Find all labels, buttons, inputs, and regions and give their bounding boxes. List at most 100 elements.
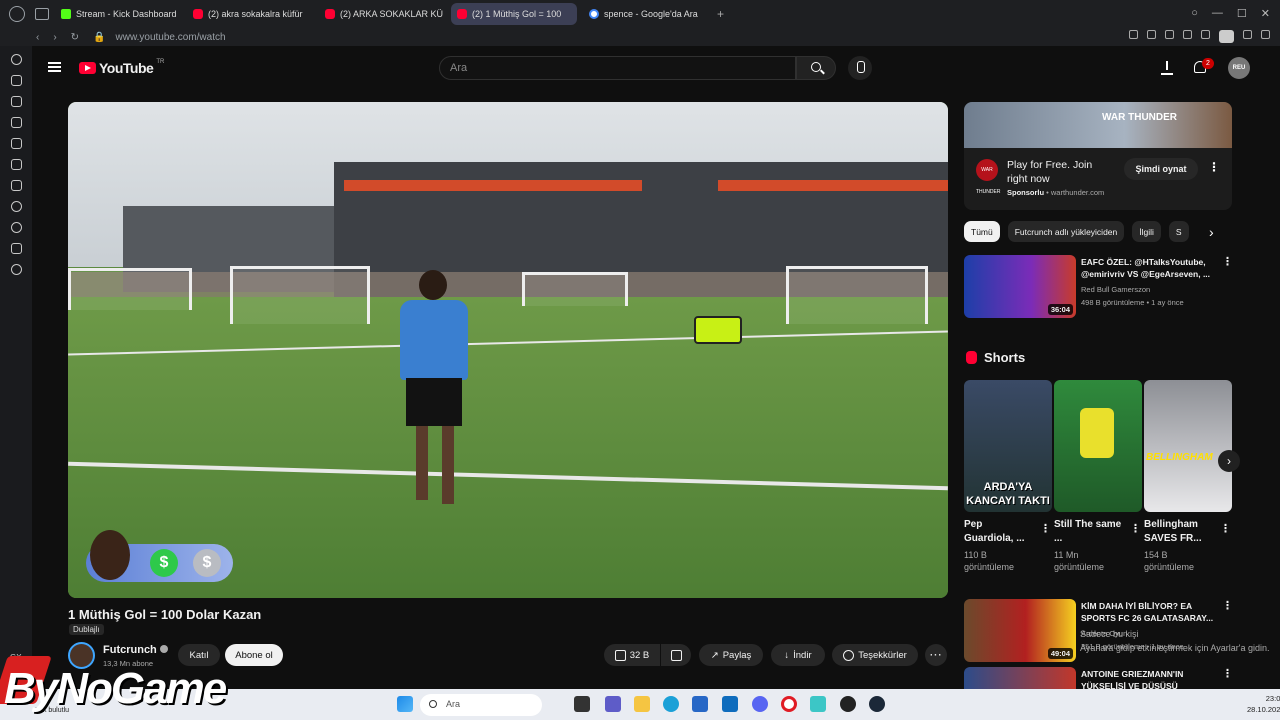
share-button[interactable]: ↗ Paylaş xyxy=(699,644,763,666)
short-thumbnail[interactable]: BELLINGHAM xyxy=(1144,380,1232,512)
voice-search-button[interactable] xyxy=(848,56,872,80)
chevron-right-icon[interactable]: › xyxy=(1209,224,1214,240)
windows-start-icon[interactable] xyxy=(397,696,413,712)
short-item[interactable]: ARDA'YA KANCAYI TAKTI Pep Guardiola, ...… xyxy=(964,380,1052,573)
pin-icon[interactable] xyxy=(1129,30,1138,39)
discord-icon[interactable] xyxy=(752,696,768,712)
shield-icon[interactable] xyxy=(1165,30,1174,39)
join-button[interactable]: Katıl xyxy=(178,644,220,666)
chip-more[interactable]: S xyxy=(1168,221,1189,242)
edge-icon[interactable] xyxy=(663,696,679,712)
profile-icon[interactable] xyxy=(1219,30,1234,43)
search-tabs-icon[interactable]: ○ xyxy=(1191,7,1198,20)
x-icon[interactable] xyxy=(10,180,22,191)
download-icon[interactable] xyxy=(1243,30,1252,39)
search-input[interactable]: Ara xyxy=(439,56,796,80)
menu-icon[interactable] xyxy=(1261,30,1270,39)
channel-name-text[interactable]: Futcrunch xyxy=(103,644,157,656)
spotify-icon[interactable] xyxy=(10,201,22,212)
thanks-button[interactable]: Teşekkürler xyxy=(832,644,918,666)
app-icon[interactable] xyxy=(810,696,826,712)
youtube-logo[interactable]: YouTube TR xyxy=(79,59,164,76)
store-icon[interactable] xyxy=(692,696,708,712)
task-view-icon[interactable] xyxy=(574,696,590,712)
short-thumbnail[interactable] xyxy=(1054,380,1142,512)
create-upload-icon[interactable] xyxy=(1161,61,1173,75)
snapshot-icon[interactable] xyxy=(1147,30,1156,39)
recommendation-title[interactable]: ANTOINE GRIEZMANN'IN YÜKSELİŞİ VE DÜŞÜŞÜ xyxy=(1081,668,1216,689)
outlook-icon[interactable] xyxy=(722,696,738,712)
opera-menu-icon[interactable] xyxy=(9,6,25,22)
dislike-button[interactable] xyxy=(661,644,691,666)
recommendation-item[interactable]: 36:04 EAFC ÖZEL: @HTalksYoutube, @emiriv… xyxy=(964,255,1233,319)
short-item[interactable]: BELLINGHAM Bellingham SAVES FR... 154 B … xyxy=(1144,380,1232,573)
channel-name[interactable]: Futcrunch xyxy=(103,644,168,656)
clock-icon[interactable] xyxy=(10,222,22,233)
workspaces-icon[interactable] xyxy=(35,8,49,20)
recommendation-more-icon[interactable]: ⋮ xyxy=(1222,255,1233,268)
download-button[interactable]: ↓ İndir xyxy=(771,644,825,666)
sponsored-ad[interactable]: WAR THUNDER WAR THUNDER Play for Free. J… xyxy=(964,102,1232,210)
heart-icon[interactable] xyxy=(1201,30,1210,39)
subscribe-button[interactable]: Abone ol xyxy=(225,644,283,666)
recommendation-more-icon[interactable]: ⋮ xyxy=(1222,599,1233,612)
short-more-icon[interactable]: ⋮ xyxy=(1130,522,1141,535)
chip-from-uploader[interactable]: Futcrunch adlı yükleyiciden xyxy=(1007,221,1125,242)
search-button[interactable] xyxy=(796,56,836,80)
taskbar-search[interactable]: Ara xyxy=(420,694,542,716)
short-thumbnail[interactable]: ARDA'YA KANCAYI TAKTI xyxy=(964,380,1052,512)
maximize-icon[interactable]: ☐ xyxy=(1237,7,1247,20)
close-icon[interactable]: ✕ xyxy=(1261,7,1270,20)
ad-play-now-button[interactable]: Şimdi oynat xyxy=(1124,158,1198,180)
steam-icon[interactable] xyxy=(869,696,885,712)
short-title[interactable]: Pep Guardiola, ... xyxy=(964,518,1034,546)
recommendation-title[interactable]: KİM DAHA İYİ BİLİYOR? EA SPORTS FC 26 GA… xyxy=(1081,600,1216,624)
opera-gx-icon[interactable] xyxy=(781,696,797,712)
m-icon[interactable] xyxy=(10,117,22,128)
minimize-icon[interactable]: — xyxy=(1212,7,1223,20)
video-player[interactable]: $ $ xyxy=(68,102,948,598)
file-explorer-icon[interactable] xyxy=(634,696,650,712)
twitch-icon[interactable] xyxy=(10,159,22,170)
chip-related[interactable]: İlgili xyxy=(1132,221,1161,242)
settings-icon[interactable] xyxy=(10,264,22,275)
wallet-icon[interactable] xyxy=(10,96,22,107)
recommendation-item[interactable]: ANTOINE GRIEZMANN'IN YÜKSELİŞİ VE DÜŞÜŞÜ… xyxy=(964,667,1232,689)
teams-icon[interactable] xyxy=(605,696,621,712)
short-more-icon[interactable]: ⋮ xyxy=(1220,522,1231,535)
system-clock[interactable]: 23:04 28.10.2025 xyxy=(1247,693,1280,715)
goal-left xyxy=(68,268,192,310)
obs-icon[interactable] xyxy=(840,696,856,712)
like-button[interactable]: 32 B xyxy=(604,644,660,666)
tab-youtube-2[interactable]: (2) ARKA SOKAKLAR KÜ xyxy=(319,3,445,25)
short-item[interactable]: Still The same ... 11 Mn görüntüleme ⋮ xyxy=(1054,380,1142,573)
aria-icon[interactable] xyxy=(10,138,22,149)
tab-kick[interactable]: Stream - Kick Dashboard xyxy=(55,3,181,25)
new-tab-plus-icon[interactable]: + xyxy=(717,7,724,21)
tab-youtube-1[interactable]: (2) akra sokakalra küfür xyxy=(187,3,313,25)
short-title[interactable]: Bellingham SAVES FR... xyxy=(1144,518,1214,546)
recommendation-thumbnail[interactable]: 49:04 xyxy=(964,599,1076,662)
recommendation-more-icon[interactable]: ⋮ xyxy=(1222,667,1232,680)
recommendation-thumbnail[interactable]: 36:04 xyxy=(964,255,1076,318)
short-more-icon[interactable]: ⋮ xyxy=(1040,522,1051,535)
nav-buttons[interactable]: ‹›↻ xyxy=(36,32,93,43)
tab-youtube-active[interactable]: (2) 1 Müthiş Gol = 100 xyxy=(451,3,577,25)
history-icon[interactable] xyxy=(10,54,22,65)
ad-title[interactable]: Play for Free. Join right now xyxy=(1007,158,1097,186)
recommendation-thumbnail[interactable] xyxy=(964,667,1076,689)
messenger-icon[interactable] xyxy=(10,75,22,86)
chip-all[interactable]: Tümü xyxy=(964,221,1000,242)
account-avatar[interactable]: REU xyxy=(1228,57,1250,79)
url-field[interactable]: www.youtube.com/watch xyxy=(116,32,226,43)
ad-banner-image[interactable]: WAR THUNDER xyxy=(964,102,1232,148)
ad-more-icon[interactable]: ⋮ xyxy=(1208,160,1220,174)
more-actions-button[interactable]: ··· xyxy=(925,644,947,666)
extensions-icon[interactable] xyxy=(10,243,22,254)
player-icon[interactable] xyxy=(1183,30,1192,39)
recommendation-title[interactable]: EAFC ÖZEL: @HTalksYoutube, @emirivriv VS… xyxy=(1081,256,1216,280)
short-title[interactable]: Still The same ... xyxy=(1054,518,1124,546)
shorts-next-arrow-icon[interactable]: › xyxy=(1218,450,1240,472)
hamburger-menu-icon[interactable] xyxy=(48,62,61,72)
tab-google[interactable]: spence - Google'da Ara xyxy=(583,3,709,25)
